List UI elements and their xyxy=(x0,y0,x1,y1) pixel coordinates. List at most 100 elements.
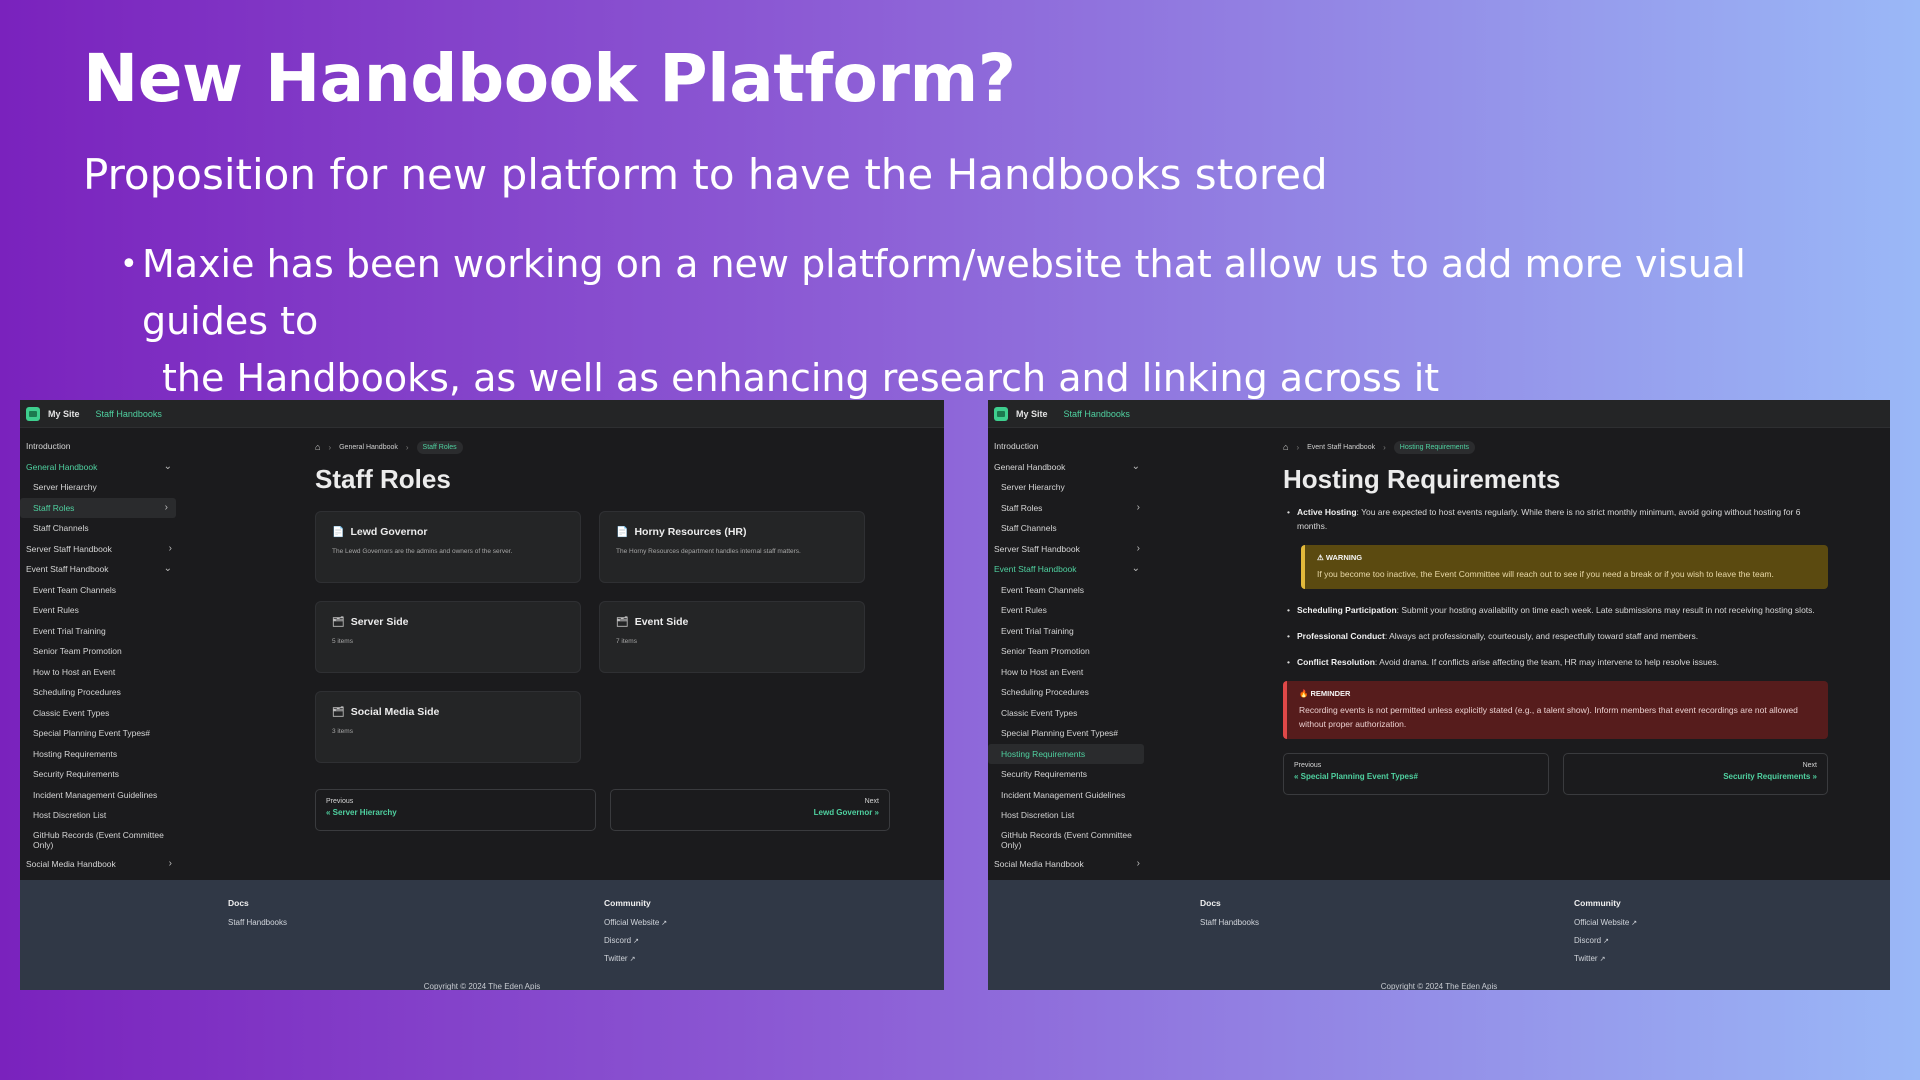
footer: Docs Staff Handbooks Community Official … xyxy=(20,880,944,990)
next-page-button[interactable]: Next Lewd Governor » xyxy=(609,789,890,831)
sidebar-item-how-to-host[interactable]: How to Host an Event xyxy=(988,662,1148,683)
sidebar-item-event-team-channels[interactable]: Event Team Channels xyxy=(20,580,180,601)
sidebar-item-introduction[interactable]: Introduction xyxy=(988,436,1148,457)
main-content: ⌂ › General Handbook › Staff Roles Staff… xyxy=(315,428,890,880)
chevron-right-icon[interactable]: › xyxy=(169,854,172,875)
list-item: Conflict Resolution: Avoid drama. If con… xyxy=(1283,655,1828,669)
sidebar-item-server-hierarchy[interactable]: Server Hierarchy xyxy=(988,477,1148,498)
document-icon: 📄 xyxy=(616,526,629,538)
sidebar-item-general-handbook[interactable]: General Handbook ⌄ xyxy=(988,457,1148,478)
callout-title: WARNING xyxy=(1325,553,1363,562)
sidebar-item-server-staff-handbook[interactable]: Server Staff Handbook › xyxy=(20,539,180,560)
footer-link-discord[interactable]: Discord ↗ xyxy=(604,936,667,954)
sidebar-item-hosting-requirements[interactable]: Hosting Requirements xyxy=(988,743,1144,764)
pager-label: Previous xyxy=(1294,762,1322,769)
sidebar-item-incident-management[interactable]: Incident Management Guidelines xyxy=(20,785,180,806)
sidebar-item-introduction[interactable]: Introduction xyxy=(20,436,180,457)
sidebar-item-host-discretion[interactable]: Host Discretion List xyxy=(988,805,1148,826)
sidebar-item-event-staff-handbook[interactable]: Event Staff Handbook ⌄ xyxy=(988,559,1148,580)
footer-link-staff-handbooks[interactable]: Staff Handbooks xyxy=(228,918,287,936)
footer-link-label: Twitter xyxy=(604,954,628,963)
sidebar-item-staff-roles[interactable]: Staff Roles › xyxy=(988,498,1148,519)
item-text: : Always act professionally, courteously… xyxy=(1384,631,1699,641)
sidebar-item-hosting-requirements[interactable]: Hosting Requirements xyxy=(20,744,180,765)
card-description: 5 items xyxy=(332,638,353,645)
sidebar-item-event-team-channels[interactable]: Event Team Channels xyxy=(988,580,1148,601)
footer-link-discord[interactable]: Discord ↗ xyxy=(1574,936,1637,954)
item-heading: Conflict Resolution xyxy=(1297,657,1375,667)
sidebar: Introduction General Handbook ⌄ Server Hi… xyxy=(20,428,180,880)
footer-link-official-website[interactable]: Official Website ↗ xyxy=(604,918,667,936)
home-icon[interactable]: ⌂ xyxy=(1283,442,1288,452)
sidebar-item-event-trial-training[interactable]: Event Trial Training xyxy=(988,621,1148,642)
navbar: My Site Staff Handbooks xyxy=(988,400,1890,428)
sidebar-item-security-requirements[interactable]: Security Requirements xyxy=(988,764,1148,785)
card-server-side[interactable]: 🗂 Server Side 5 items xyxy=(315,601,581,673)
breadcrumb: ⌂ › Event Staff Handbook › Hosting Requi… xyxy=(1283,438,1828,456)
card-description: 3 items xyxy=(332,728,353,735)
next-page-button[interactable]: Next Security Requirements » xyxy=(1562,753,1828,795)
sidebar: Introduction General Handbook ⌄ Server Hi… xyxy=(988,428,1148,880)
sidebar-item-scheduling-procedures[interactable]: Scheduling Procedures xyxy=(20,682,180,703)
sidebar-item-github-records[interactable]: GitHub Records (Event Committee Only) xyxy=(20,826,170,854)
nav-link-staff-handbooks[interactable]: Staff Handbooks xyxy=(1064,409,1130,419)
sidebar-item-staff-channels[interactable]: Staff Channels xyxy=(20,518,180,539)
sidebar-item-host-discretion[interactable]: Host Discretion List xyxy=(20,805,180,826)
home-icon[interactable]: ⌂ xyxy=(315,442,320,452)
sidebar-item-label: Social Media Handbook xyxy=(26,858,116,869)
chevron-down-icon[interactable]: ⌄ xyxy=(1132,559,1140,580)
card-lewd-governor[interactable]: 📄 Lewd Governor The Lewd Governors are th… xyxy=(315,511,581,583)
sidebar-item-server-hierarchy[interactable]: Server Hierarchy xyxy=(20,477,180,498)
chevron-right-icon[interactable]: › xyxy=(165,498,168,519)
sidebar-item-staff-roles[interactable]: Staff Roles › xyxy=(20,497,176,519)
site-logo-icon[interactable] xyxy=(26,406,40,421)
pager-link: Security Requirements » xyxy=(1723,772,1817,781)
site-name[interactable]: My Site xyxy=(1016,409,1048,419)
site-name[interactable]: My Site xyxy=(48,409,80,419)
sidebar-item-event-trial-training[interactable]: Event Trial Training xyxy=(20,621,180,642)
card-event-side[interactable]: 🗂 Event Side 7 items xyxy=(599,601,865,673)
card-social-media-side[interactable]: 🗂 Social Media Side 3 items xyxy=(315,691,581,763)
card-title: Server Side xyxy=(350,616,409,628)
sidebar-item-general-handbook[interactable]: General Handbook ⌄ xyxy=(20,457,180,478)
site-logo-icon[interactable] xyxy=(994,406,1008,421)
sidebar-item-security-requirements[interactable]: Security Requirements xyxy=(20,764,180,785)
chevron-right-icon[interactable]: › xyxy=(1137,854,1140,875)
sidebar-item-senior-team-promotion[interactable]: Senior Team Promotion xyxy=(20,641,180,662)
footer-link-official-website[interactable]: Official Website ↗ xyxy=(1574,918,1637,936)
card-horny-resources[interactable]: 📄 Horny Resources (HR) The Horny Resource… xyxy=(599,511,865,583)
sidebar-item-event-rules[interactable]: Event Rules xyxy=(20,600,180,621)
chevron-right-icon[interactable]: › xyxy=(1137,498,1140,519)
chevron-right-icon[interactable]: › xyxy=(1137,539,1140,560)
previous-page-button[interactable]: Previous « Server Hierarchy xyxy=(315,789,596,831)
previous-page-button[interactable]: Previous « Special Planning Event Types# xyxy=(1283,753,1549,795)
sidebar-item-staff-channels[interactable]: Staff Channels xyxy=(988,518,1148,539)
breadcrumb-item[interactable]: General Handbook xyxy=(339,444,398,451)
sidebar-item-event-staff-handbook[interactable]: Event Staff Handbook ⌄ xyxy=(20,559,180,580)
sidebar-item-server-staff-handbook[interactable]: Server Staff Handbook › xyxy=(988,539,1148,560)
sidebar-item-event-rules[interactable]: Event Rules xyxy=(988,600,1148,621)
breadcrumb-item[interactable]: Event Staff Handbook xyxy=(1307,444,1375,451)
footer-link-twitter[interactable]: Twitter ↗ xyxy=(604,954,667,972)
sidebar-item-special-planning[interactable]: Special Planning Event Types# xyxy=(20,723,180,744)
chevron-right-icon[interactable]: › xyxy=(169,539,172,560)
sidebar-item-github-records[interactable]: GitHub Records (Event Committee Only) xyxy=(988,826,1138,854)
sidebar-item-how-to-host[interactable]: How to Host an Event xyxy=(20,662,180,683)
sidebar-item-incident-management[interactable]: Incident Management Guidelines xyxy=(988,785,1148,806)
sidebar-item-social-media-handbook[interactable]: Social Media Handbook › xyxy=(988,854,1148,875)
pager-link: Lewd Governor » xyxy=(813,808,879,817)
chevron-down-icon[interactable]: ⌄ xyxy=(1132,457,1140,478)
sidebar-item-social-media-handbook[interactable]: Social Media Handbook › xyxy=(20,854,180,875)
sidebar-item-classic-event-types[interactable]: Classic Event Types xyxy=(20,703,180,724)
sidebar-item-classic-event-types[interactable]: Classic Event Types xyxy=(988,703,1148,724)
footer-link-twitter[interactable]: Twitter ↗ xyxy=(1574,954,1637,972)
nav-link-staff-handbooks[interactable]: Staff Handbooks xyxy=(96,409,162,419)
chevron-down-icon[interactable]: ⌄ xyxy=(164,457,172,478)
chevron-down-icon[interactable]: ⌄ xyxy=(164,559,172,580)
sidebar-item-scheduling-procedures[interactable]: Scheduling Procedures xyxy=(988,682,1148,703)
sidebar-item-special-planning[interactable]: Special Planning Event Types# xyxy=(988,723,1148,744)
footer-link-staff-handbooks[interactable]: Staff Handbooks xyxy=(1200,918,1259,936)
pager-label: Next xyxy=(864,798,879,805)
sidebar-item-senior-team-promotion[interactable]: Senior Team Promotion xyxy=(988,641,1148,662)
pagination: Previous « Special Planning Event Types#… xyxy=(1283,753,1828,795)
